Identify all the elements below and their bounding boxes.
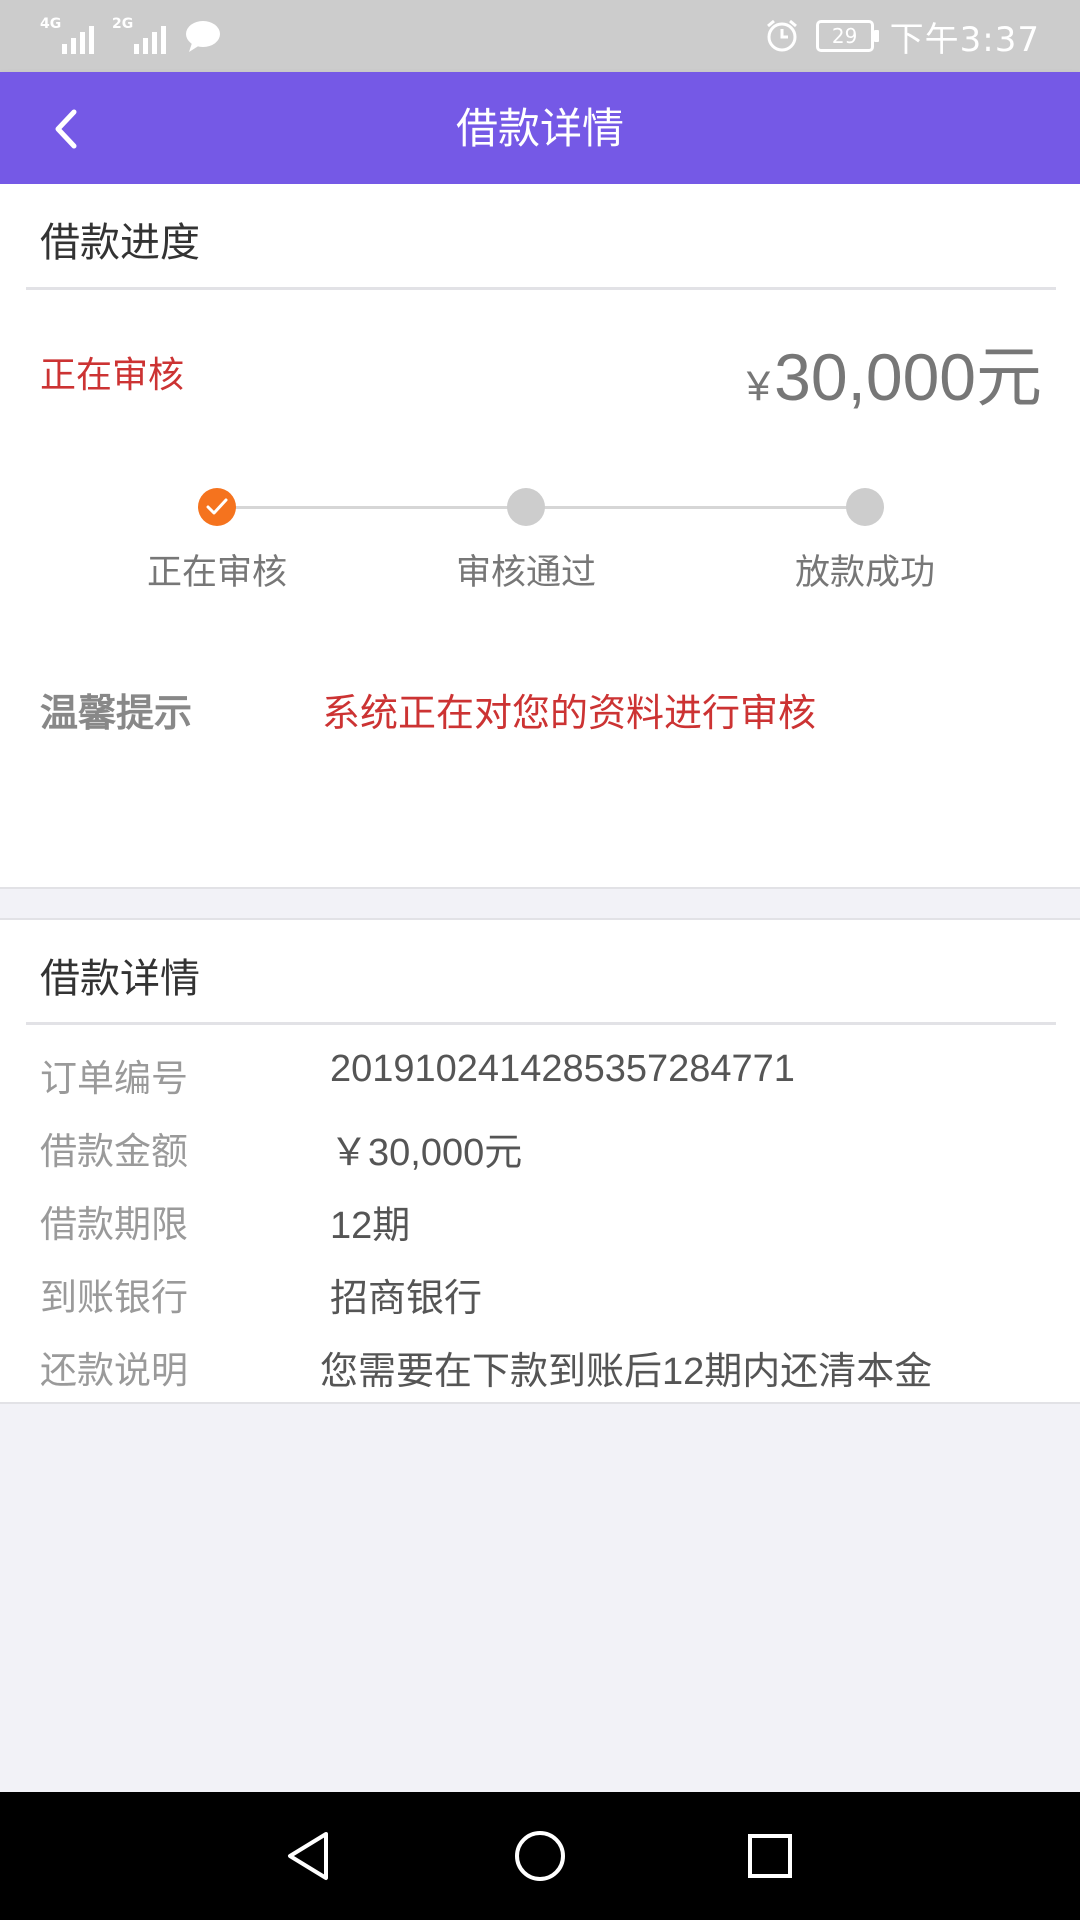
step-dot xyxy=(507,488,545,526)
step-dot xyxy=(846,488,884,526)
message-icon xyxy=(186,21,220,52)
currency-symbol: ¥ xyxy=(746,362,771,409)
home-circle-icon xyxy=(515,1831,565,1881)
tip-label: 温馨提示 xyxy=(40,691,193,735)
section-title: 借款进度 xyxy=(40,220,200,266)
section-title: 借款详情 xyxy=(40,956,200,1002)
divider xyxy=(26,287,1056,290)
detail-label: 到账银行 xyxy=(40,1276,188,1319)
signal-icon: 4G xyxy=(40,16,98,54)
status-bar-left: 4G 2G xyxy=(40,14,222,58)
recents-square-icon xyxy=(748,1834,792,1878)
status-bar-right: 29 下午3:37 xyxy=(764,14,1040,60)
amount-value: 30,000元 xyxy=(774,340,1042,414)
step-label: 放款成功 xyxy=(794,553,935,593)
loan-amount: ¥30,000元 xyxy=(747,324,1042,420)
detail-label: 还款说明 xyxy=(40,1349,188,1392)
signal-icon: 2G xyxy=(112,16,170,54)
loan-term-value: 12期 xyxy=(330,1205,411,1247)
detail-label: 借款金额 xyxy=(40,1130,188,1173)
network-type-label: 4G xyxy=(40,16,62,32)
battery-icon: 29 xyxy=(815,20,879,52)
step-dot-active xyxy=(198,488,236,526)
check-icon xyxy=(206,498,228,515)
back-triangle-icon xyxy=(288,1832,328,1880)
repayment-note: 您需要在下款到账后12期内还清本金 xyxy=(320,1351,933,1393)
loan-progress-card: 借款进度 正在审核 ¥30,000元 正在审核 审核通过 放款成功 温馨提示 系… xyxy=(0,184,1080,889)
detail-label: 订单编号 xyxy=(40,1057,188,1100)
loan-amount-value: ￥30,000元 xyxy=(330,1132,523,1174)
detail-label: 借款期限 xyxy=(40,1203,188,1246)
status-bar: 4G 2G 29 下午3:37 xyxy=(0,0,1080,72)
network-type-label: 2G xyxy=(112,16,134,32)
step-label: 正在审核 xyxy=(146,553,287,593)
loan-details-card: 借款详情 订单编号 2019102414285357284771 借款金额 ￥3… xyxy=(0,918,1080,1404)
clock: 下午3:37 xyxy=(889,19,1040,60)
nav-recents-button[interactable] xyxy=(738,1824,802,1888)
system-nav-bar xyxy=(0,1792,1080,1920)
alarm-icon xyxy=(766,19,797,52)
status-text: 正在审核 xyxy=(40,355,185,396)
tip-text: 系统正在对您的资料进行审核 xyxy=(322,691,817,735)
bank-value: 招商银行 xyxy=(330,1278,483,1320)
order-number: 2019102414285357284771 xyxy=(330,1048,795,1090)
app-header: 借款详情 xyxy=(0,72,1080,184)
nav-home-button[interactable] xyxy=(508,1824,572,1888)
page-title: 借款详情 xyxy=(455,104,624,153)
nav-back-button[interactable] xyxy=(278,1824,342,1888)
divider xyxy=(26,1022,1056,1025)
step-label: 审核通过 xyxy=(455,553,596,593)
